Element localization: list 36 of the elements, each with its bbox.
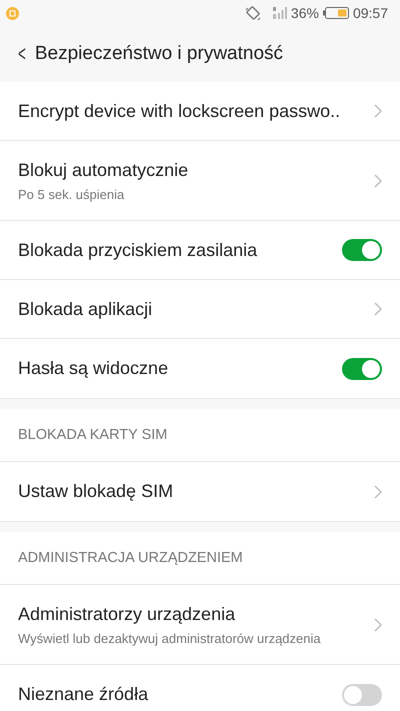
signal-icon [272,6,287,20]
settings-item[interactable]: Ustaw blokadę SIM [0,462,400,521]
toggle-switch[interactable] [342,358,382,380]
settings-item[interactable]: Administratorzy urządzenia Wyświetl lub dezaktywuj administratorów urządzenia [0,585,400,665]
item-title: Encrypt device with lockscreen passwo.. [18,100,342,122]
back-button[interactable]: < [18,41,31,67]
settings-item[interactable]: Blokada aplikacji [0,280,400,339]
chevron-right-icon [374,104,382,118]
rotate-icon [244,5,261,21]
item-subtitle: Po 5 sek. uśpienia [18,186,126,202]
item-subtitle: Wyświetl lub dezaktywuj administratorów urządzenia [18,630,322,646]
section-heading: BLOKADA KARTY SIM [0,409,400,462]
chevron-right-icon [374,618,382,632]
item-title: Ustaw blokadę SIM [18,481,174,502]
toggle-switch[interactable] [342,684,382,706]
item-title: Hasła są widoczne [18,358,170,379]
item-title: Blokada przyciskiem zasilania [18,240,258,260]
settings-item[interactable]: Nieznane źródła [0,665,400,711]
item-title: Administratorzy urządzenia [18,604,236,624]
item-title: Nieznane źródła [18,684,150,705]
settings-item[interactable]: Blokada przyciskiem zasilania [0,221,400,280]
item-title: Blokada aplikacji [18,298,154,320]
screen-title: Bezpieczeństwo i prywatność [34,43,284,65]
chevron-right-icon [374,302,382,316]
clock-time: 09:57 [352,5,388,21]
notification-icon [6,6,19,20]
toggle-switch[interactable] [342,239,382,261]
settings-item[interactable]: Blokuj automatycznie Po 5 sek. uśpienia [0,141,400,221]
settings-item[interactable]: Encrypt device with lockscreen passwo.. [0,82,400,141]
chevron-right-icon [374,174,382,188]
item-title: Blokuj automatycznie [18,160,190,180]
battery-percent: 36% [290,5,319,21]
section-heading: ADMINISTRACJA URZĄDZENIEM [0,532,400,585]
battery-icon [322,7,349,19]
settings-item[interactable]: Hasła są widoczne [0,339,400,398]
chevron-right-icon [374,484,382,498]
